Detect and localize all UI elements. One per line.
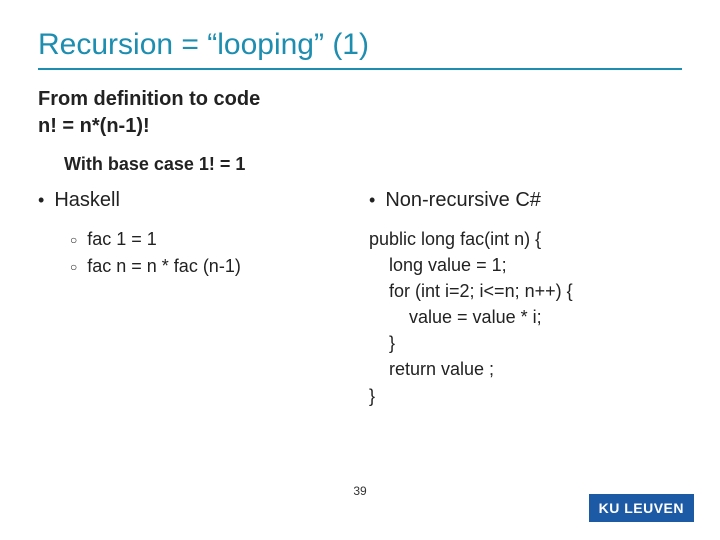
subtitle-line-2: n! = n*(n-1)! (38, 113, 682, 140)
left-heading: Haskell (54, 189, 120, 212)
slide-title: Recursion = “looping” (1) (38, 28, 682, 62)
left-heading-row: • Haskell (38, 189, 351, 212)
haskell-sublist: ○ fac 1 = 1 ○ fac n = n * fac (n-1) (70, 226, 351, 280)
page-number: 39 (353, 484, 366, 498)
right-heading: Non-recursive C# (385, 189, 541, 212)
right-heading-row: • Non-recursive C# (369, 189, 682, 212)
csharp-code-block: public long fac(int n) { long value = 1;… (369, 226, 682, 409)
circle-bullet-icon: ○ (70, 231, 77, 249)
slide: Recursion = “looping” (1) From definitio… (0, 0, 720, 540)
haskell-line-2: fac n = n * fac (n-1) (87, 253, 241, 280)
haskell-line-1: fac 1 = 1 (87, 226, 157, 253)
title-underline (38, 68, 682, 70)
list-item: ○ fac n = n * fac (n-1) (70, 253, 351, 280)
circle-bullet-icon: ○ (70, 258, 77, 276)
bullet-dot-icon: • (369, 191, 375, 209)
base-case-text: With base case 1! = 1 (64, 154, 682, 175)
ku-leuven-logo: KU LEUVEN (589, 494, 694, 522)
left-column: • Haskell ○ fac 1 = 1 ○ fac n = n * fac … (38, 189, 351, 409)
subtitle-line-1: From definition to code (38, 86, 682, 113)
bullet-dot-icon: • (38, 191, 44, 209)
list-item: ○ fac 1 = 1 (70, 226, 351, 253)
content-columns: • Haskell ○ fac 1 = 1 ○ fac n = n * fac … (38, 189, 682, 409)
right-column: • Non-recursive C# public long fac(int n… (369, 189, 682, 409)
